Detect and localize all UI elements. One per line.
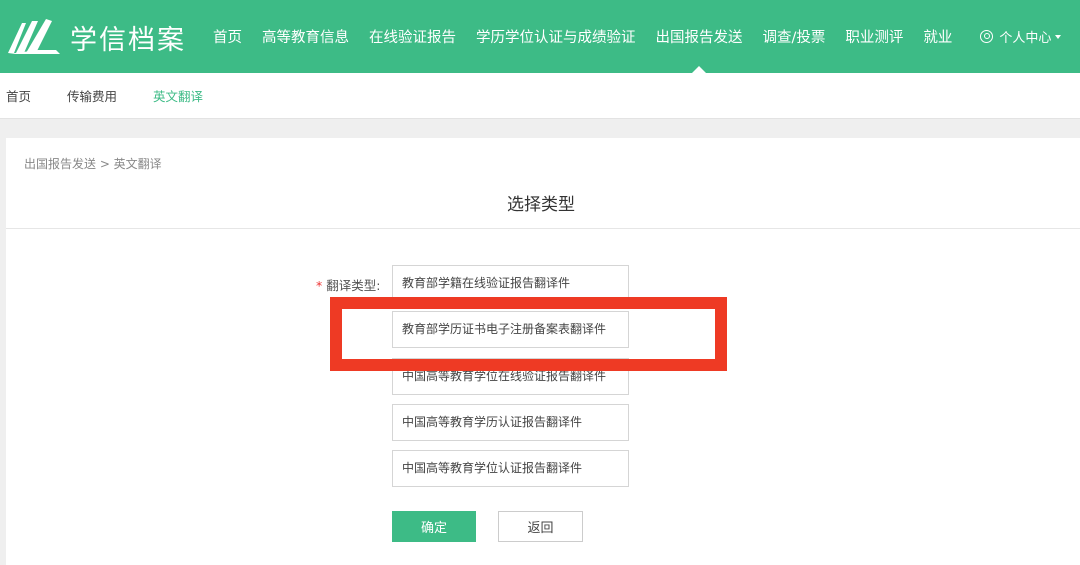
nav-item-label: 首页 xyxy=(213,30,242,46)
subnav-item-transfer-fee[interactable]: 传输费用 xyxy=(67,86,117,105)
option-student-status-verification[interactable]: 教育部学籍在线验证报告翻译件 xyxy=(392,265,629,302)
top-header: 学信档案 首页 高等教育信息 在线验证报告 学历学位认证与成绩验证 出国报告发送… xyxy=(0,0,1080,73)
back-button[interactable]: 返回 xyxy=(498,511,583,542)
user-icon xyxy=(980,30,994,43)
nav-item-overseas-report[interactable]: 出国报告发送 xyxy=(646,0,753,73)
required-mark: * xyxy=(316,278,323,293)
user-center-label: 个人中心 xyxy=(999,31,1052,46)
nav-item-online-verification-report[interactable]: 在线验证报告 xyxy=(359,0,466,73)
main-nav: 首页 高等教育信息 在线验证报告 学历学位认证与成绩验证 出国报告发送 调查/投… xyxy=(203,0,1080,73)
option-degree-online-verification[interactable]: 中国高等教育学位在线验证报告翻译件 xyxy=(392,358,629,395)
chevron-down-icon xyxy=(1055,34,1062,39)
nav-item-employment[interactable]: 就业 xyxy=(913,0,962,73)
breadcrumb: 出国报告发送 > 英文翻译 xyxy=(24,157,162,171)
option-degree-certification-report[interactable]: 中国高等教育学位认证报告翻译件 xyxy=(392,450,629,487)
confirm-button[interactable]: 确定 xyxy=(392,511,476,542)
sub-nav: 首页 传输费用 英文翻译 xyxy=(0,73,1080,119)
logo-book-icon xyxy=(8,19,60,54)
translation-type-label: * 翻译类型: xyxy=(316,275,380,294)
nav-item-label: 学历学位认证与成绩验证 xyxy=(476,30,636,46)
nav-item-home[interactable]: 首页 xyxy=(203,0,252,73)
nav-item-label: 高等教育信息 xyxy=(262,30,349,46)
nav-item-survey-vote[interactable]: 调查/投票 xyxy=(753,0,836,73)
subnav-item-home[interactable]: 首页 xyxy=(6,86,31,105)
nav-item-higher-education-info[interactable]: 高等教育信息 xyxy=(252,0,359,73)
subnav-item-english-translation[interactable]: 英文翻译 xyxy=(153,86,203,105)
nav-item-label: 职业测评 xyxy=(845,30,904,46)
option-diploma-certification-report[interactable]: 中国高等教育学历认证报告翻译件 xyxy=(392,404,629,441)
translation-type-label-text: 翻译类型: xyxy=(326,278,381,293)
logo-text: 学信档案 xyxy=(70,24,186,56)
nav-item-label: 出国报告发送 xyxy=(655,30,743,46)
page-title: 选择类型 xyxy=(507,195,575,215)
nav-item-label: 调查/投票 xyxy=(762,30,826,46)
content-card: 出国报告发送 > 英文翻译 选择类型 * 翻译类型: 教育部学籍在线验证报告翻译件… xyxy=(6,138,1080,565)
divider xyxy=(6,228,1080,229)
option-diploma-registration-record[interactable]: 教育部学历证书电子注册备案表翻译件 xyxy=(392,311,629,348)
nav-item-career-assessment[interactable]: 职业测评 xyxy=(835,0,913,73)
nav-item-label: 就业 xyxy=(923,30,953,46)
nav-item-label: 在线验证报告 xyxy=(369,30,456,46)
logo[interactable]: 学信档案 xyxy=(6,14,186,60)
user-center-menu[interactable]: 个人中心 xyxy=(962,0,1071,73)
nav-item-degree-certification[interactable]: 学历学位认证与成绩验证 xyxy=(466,0,646,73)
